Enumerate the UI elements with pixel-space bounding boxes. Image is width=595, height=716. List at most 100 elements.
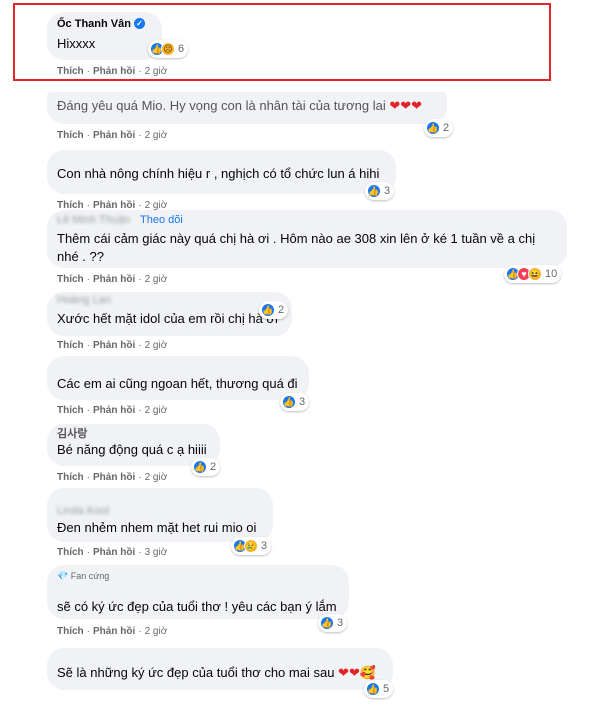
timestamp[interactable]: 3 giờ	[145, 547, 168, 558]
comment-text: Xước hết mặt idol của em rồi chị hà ơi	[57, 311, 278, 326]
haha-reaction-icon: 😆	[528, 267, 542, 281]
reply-link[interactable]: Phản hồi	[93, 340, 135, 351]
like-link[interactable]: Thích	[57, 547, 84, 558]
separator: ·	[86, 130, 91, 141]
separator: ·	[86, 472, 91, 483]
heart-emoji: ❤❤❤	[389, 98, 423, 113]
author-name[interactable]: Ốc Thanh Vân	[57, 18, 131, 30]
like-reaction-icon: 👍	[426, 121, 440, 135]
reaction-badge[interactable]: 👍 ☹ 6	[148, 40, 189, 58]
reaction-badge[interactable]: 👍 ♥ 😆 10	[504, 265, 562, 283]
reaction-count: 2	[278, 304, 285, 316]
like-reaction-icon: 👍	[193, 460, 207, 474]
reply-link[interactable]: Phản hồi	[93, 274, 135, 285]
comment-meta: Thích · Phản hồi · 2 giờ	[57, 472, 167, 483]
comment-meta: Thích · Phản hồi · 2 giờ	[57, 626, 167, 637]
follow-link[interactable]: Theo dõi	[140, 214, 183, 226]
timestamp[interactable]: 2 giờ	[145, 130, 168, 141]
timestamp[interactable]: 2 giờ	[145, 626, 168, 637]
comment-author[interactable]: Linda Kool	[57, 505, 109, 517]
separator: ·	[86, 405, 91, 416]
comment-meta: Thích · Phản hồi · 2 giờ	[57, 130, 167, 141]
separator: ·	[138, 274, 142, 285]
comment-author[interactable]: Hoàng Lan	[57, 294, 111, 306]
separator: ·	[138, 340, 142, 351]
like-reaction-icon: 👍	[261, 303, 275, 317]
reaction-count: 3	[384, 185, 391, 197]
like-reaction-icon: 👍	[367, 184, 381, 198]
reply-link[interactable]: Phản hồi	[93, 405, 135, 416]
reply-link[interactable]: Phản hồi	[93, 547, 135, 558]
verified-icon: ✓	[133, 18, 145, 29]
comment-text: Các em ai cũng ngoan hết, thương quá đi	[57, 376, 298, 391]
comment-text: nhé . ??	[57, 249, 104, 264]
reaction-badge[interactable]: 👍 2	[424, 119, 454, 137]
comment-text: Sẽ là những ký ức đẹp của tuổi thơ cho m…	[57, 663, 376, 682]
reaction-count: 10	[545, 268, 558, 280]
reaction-badge[interactable]: 👍 3	[318, 614, 348, 632]
comment-text: Thêm cái cảm giác này quá chị hà ơi . Hô…	[57, 231, 536, 246]
separator: ·	[86, 626, 91, 637]
comment-text-content: Đáng yêu quá Mio. Hy vọng con là nhân tà…	[57, 98, 386, 113]
reaction-count: 5	[383, 683, 390, 695]
sad-reaction-icon: ☹	[161, 42, 175, 56]
reaction-badge[interactable]: 👍 2	[259, 301, 289, 319]
reaction-badge[interactable]: 👍 5	[364, 680, 394, 698]
comment-author[interactable]: 김사랑	[57, 425, 87, 441]
like-reaction-icon: 👍	[282, 395, 296, 409]
reply-link[interactable]: Phản hồi	[93, 66, 135, 77]
comment-text: Hixxxx	[57, 36, 96, 51]
comment-text-content: Sẽ là những ký ức đẹp của tuổi thơ cho m…	[57, 665, 335, 680]
comment-text: Bé năng động quá c ạ hiiii	[57, 442, 207, 457]
reaction-count: 2	[443, 122, 450, 134]
reaction-badge[interactable]: 👍 😢 3	[231, 537, 272, 555]
comment-text: Đen nhẻm nhem mặt het rui mio oi	[57, 520, 257, 535]
comment-meta: Thích · Phản hồi · 2 giờ	[57, 340, 167, 351]
timestamp[interactable]: 2 giờ	[145, 66, 168, 77]
reply-link[interactable]: Phản hồi	[93, 472, 135, 483]
fan-badge: 💎 Fan cứng	[57, 571, 109, 582]
timestamp[interactable]: 2 giờ	[145, 340, 168, 351]
reaction-badge[interactable]: 👍 3	[280, 393, 310, 411]
separator: ·	[138, 130, 142, 141]
reaction-count: 2	[210, 461, 217, 473]
like-reaction-icon: 👍	[320, 616, 334, 630]
comment-text: Con nhà nông chính hiệu r , nghịch có tổ…	[57, 166, 380, 181]
timestamp[interactable]: 2 giờ	[145, 274, 168, 285]
reaction-count: 3	[261, 540, 268, 552]
like-link[interactable]: Thích	[57, 626, 84, 637]
like-link[interactable]: Thích	[57, 405, 84, 416]
like-link[interactable]: Thích	[57, 274, 84, 285]
like-link[interactable]: Thích	[57, 340, 84, 351]
comment-author[interactable]: Lê Minh Thuận	[57, 214, 130, 226]
heart-emoji: ❤❤🥰	[338, 665, 377, 680]
reply-link[interactable]: Phản hồi	[93, 130, 135, 141]
reaction-badge[interactable]: 👍 3	[365, 182, 395, 200]
reaction-count: 6	[178, 43, 185, 55]
separator: ·	[86, 274, 91, 285]
fan-badge-label: Fan cứng	[70, 571, 110, 581]
timestamp[interactable]: 2 giờ	[145, 472, 168, 483]
like-reaction-icon: 👍	[366, 682, 380, 696]
separator: ·	[86, 340, 91, 351]
separator: ·	[138, 547, 142, 558]
comment-author[interactable]: Ốc Thanh Vân ✓	[57, 18, 145, 30]
timestamp[interactable]: 2 giờ	[145, 405, 168, 416]
separator: ·	[86, 66, 91, 77]
separator: ·	[138, 626, 142, 637]
like-link[interactable]: Thích	[57, 130, 84, 141]
separator: ·	[86, 547, 91, 558]
reaction-count: 3	[299, 396, 306, 408]
sad-reaction-icon: 😢	[244, 539, 258, 553]
reply-link[interactable]: Phản hồi	[93, 626, 135, 637]
diamond-icon: 💎	[57, 571, 69, 581]
comment-meta: Thích · Phản hồi · 2 giờ	[57, 405, 167, 416]
reaction-count: 3	[337, 617, 344, 629]
reaction-badge[interactable]: 👍 2	[191, 458, 221, 476]
comment-meta: Thích · Phản hồi · 2 giờ	[57, 274, 167, 285]
separator: ·	[138, 405, 142, 416]
comment-text: Đáng yêu quá Mio. Hy vọng con là nhân tà…	[57, 96, 422, 115]
like-link[interactable]: Thích	[57, 472, 84, 483]
like-link[interactable]: Thích	[57, 66, 84, 77]
separator: ·	[138, 66, 142, 77]
